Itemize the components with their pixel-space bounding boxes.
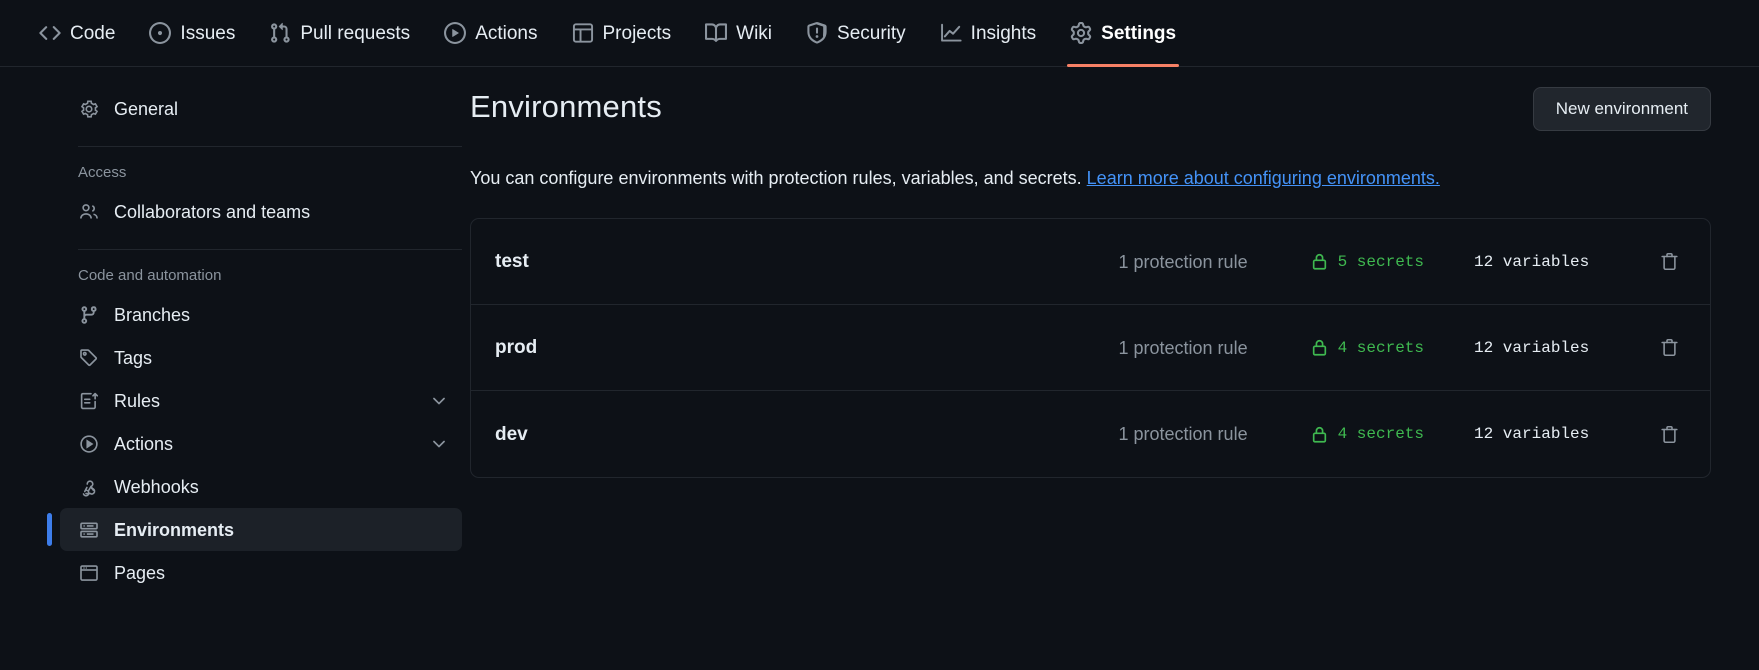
nav-tab-pull-requests[interactable]: Pull requests xyxy=(252,0,427,67)
nav-tab-label: Security xyxy=(837,22,906,44)
environments-description: You can configure environments with prot… xyxy=(470,166,1711,191)
graph-icon xyxy=(940,22,962,44)
nav-tab-label: Code xyxy=(70,22,116,44)
sidebar-item-label: Webhooks xyxy=(114,476,199,497)
trash-icon xyxy=(1659,424,1680,445)
secrets-count-label: 5 secrets xyxy=(1337,252,1424,271)
sidebar-item-webhooks[interactable]: Webhooks xyxy=(60,465,462,508)
secrets-count-label: 4 secrets xyxy=(1337,425,1424,444)
trash-icon xyxy=(1659,337,1680,358)
secrets-count: 5 secrets xyxy=(1310,252,1424,271)
sidebar-item-label: Actions xyxy=(114,433,174,454)
chevron-down-icon[interactable] xyxy=(430,392,448,410)
table-icon xyxy=(572,22,594,44)
nav-tab-label: Projects xyxy=(602,22,672,44)
chevron-down-icon[interactable] xyxy=(430,435,448,453)
sidebar-item-collaborators-and-teams[interactable]: Collaborators and teams xyxy=(60,190,462,233)
lock-icon xyxy=(1310,252,1329,271)
variables-count: 12 variables xyxy=(1474,252,1590,271)
nav-tab-label: Settings xyxy=(1101,22,1177,44)
new-environment-button[interactable]: New environment xyxy=(1532,87,1711,131)
sidebar-item-label: General xyxy=(114,98,179,119)
sidebar-item-label: Collaborators and teams xyxy=(114,201,311,222)
delete-environment-button[interactable] xyxy=(1654,247,1684,277)
git-branch-icon xyxy=(78,304,100,326)
rules-icon xyxy=(78,390,100,412)
nav-tab-security[interactable]: Security xyxy=(789,0,923,67)
tag-icon xyxy=(78,347,100,369)
nav-tab-projects[interactable]: Projects xyxy=(555,0,689,67)
table-row[interactable]: test 1 protection rule 5 secrets 12 vari… xyxy=(471,219,1710,306)
environment-name: test xyxy=(495,251,529,273)
gear-icon xyxy=(78,98,100,120)
secrets-count: 4 secrets xyxy=(1310,338,1424,357)
server-icon xyxy=(78,519,100,541)
book-icon xyxy=(705,22,728,44)
main-content: Environments New environment You can con… xyxy=(470,87,1759,594)
environment-name: dev xyxy=(495,423,528,445)
play-icon xyxy=(78,433,100,455)
sidebar-item-label: Pages xyxy=(114,562,166,583)
nav-tab-label: Issues xyxy=(180,22,236,44)
nav-tab-label: Wiki xyxy=(736,22,773,44)
repo-navigation: Code Issues Pull requests Actions Projec… xyxy=(0,0,1759,67)
main-header: Environments New environment xyxy=(470,87,1711,139)
nav-tab-label: Actions xyxy=(475,22,538,44)
nav-tab-insights[interactable]: Insights xyxy=(923,0,1053,67)
lock-icon xyxy=(1310,338,1329,357)
sidebar-divider xyxy=(78,146,462,147)
shield-icon xyxy=(806,22,828,44)
delete-environment-button[interactable] xyxy=(1654,333,1684,363)
lock-icon xyxy=(1310,425,1329,444)
secrets-count: 4 secrets xyxy=(1310,425,1424,444)
table-row[interactable]: prod 1 protection rule 4 secrets 12 vari… xyxy=(471,305,1710,392)
nav-tab-wiki[interactable]: Wiki xyxy=(688,0,789,67)
nav-tab-settings[interactable]: Settings xyxy=(1053,0,1193,67)
sidebar-item-label: Environments xyxy=(114,519,235,540)
table-row[interactable]: dev 1 protection rule 4 secrets 12 varia… xyxy=(471,391,1710,477)
sidebar-item-label: Rules xyxy=(114,390,161,411)
learn-more-link[interactable]: Learn more about configuring environment… xyxy=(1087,168,1440,188)
nav-tab-label: Pull requests xyxy=(300,22,411,44)
environment-name: prod xyxy=(495,337,538,359)
gear-icon xyxy=(1070,22,1092,44)
nav-tab-label: Insights xyxy=(970,22,1037,44)
issue-icon xyxy=(149,22,172,44)
sidebar-item-label: Branches xyxy=(114,304,191,325)
play-icon xyxy=(444,22,467,44)
environments-list: test 1 protection rule 5 secrets 12 vari… xyxy=(470,218,1711,479)
protection-rules-count: 1 protection rule xyxy=(1118,251,1248,272)
code-icon xyxy=(39,22,61,44)
nav-tab-actions[interactable]: Actions xyxy=(427,0,554,67)
sidebar-item-actions[interactable]: Actions xyxy=(60,422,462,465)
sidebar-section-access: Access xyxy=(78,164,127,181)
page-body: General Access Collaborators and teams C… xyxy=(0,67,1759,594)
browser-icon xyxy=(78,562,100,584)
webhook-icon xyxy=(78,476,100,498)
sidebar-item-branches[interactable]: Branches xyxy=(60,293,462,336)
sidebar-item-pages[interactable]: Pages xyxy=(60,551,462,594)
sidebar-item-tags[interactable]: Tags xyxy=(60,336,462,379)
sidebar-section-code-and-automation: Code and automation xyxy=(78,267,222,284)
secrets-count-label: 4 secrets xyxy=(1337,338,1424,357)
protection-rules-count: 1 protection rule xyxy=(1118,337,1248,358)
variables-count: 12 variables xyxy=(1474,338,1590,357)
protection-rules-count: 1 protection rule xyxy=(1118,424,1248,445)
page-title: Environments xyxy=(470,89,662,124)
sidebar-item-label: Tags xyxy=(114,347,153,368)
trash-icon xyxy=(1659,251,1680,272)
description-text: You can configure environments with prot… xyxy=(470,168,1087,188)
nav-tab-issues[interactable]: Issues xyxy=(132,0,252,67)
delete-environment-button[interactable] xyxy=(1654,419,1684,449)
git-pull-request-icon xyxy=(269,22,291,44)
people-icon xyxy=(78,201,100,223)
settings-sidebar: General Access Collaborators and teams C… xyxy=(0,87,470,594)
variables-count: 12 variables xyxy=(1474,425,1590,444)
sidebar-divider xyxy=(78,249,462,250)
sidebar-item-general[interactable]: General xyxy=(60,87,462,130)
sidebar-item-environments[interactable]: Environments xyxy=(47,508,462,551)
sidebar-item-rules[interactable]: Rules xyxy=(60,379,462,422)
nav-tab-code[interactable]: Code xyxy=(22,0,132,67)
